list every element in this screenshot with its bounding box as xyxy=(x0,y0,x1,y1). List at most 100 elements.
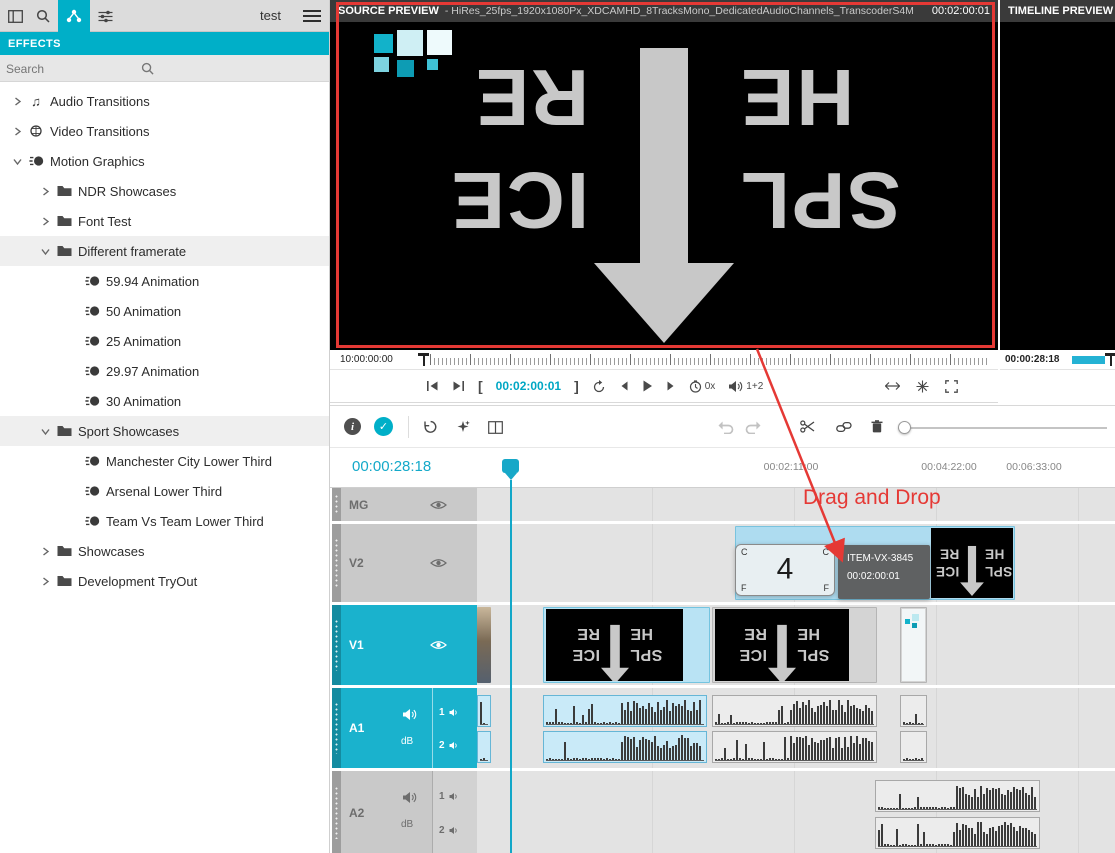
search-bar[interactable] xyxy=(0,55,329,82)
search-tool-button[interactable] xyxy=(28,0,58,32)
mark-in-bracket[interactable]: [ xyxy=(478,378,483,394)
audio-monitor-button[interactable]: 1+2 xyxy=(728,380,763,393)
redo-icon[interactable] xyxy=(744,421,761,434)
chevron-down-icon[interactable] xyxy=(8,157,26,166)
zoom-slider[interactable] xyxy=(898,427,1107,429)
chevron-right-icon[interactable] xyxy=(36,217,54,226)
audio-clip[interactable] xyxy=(875,771,1040,853)
track-content-a2[interactable] xyxy=(477,771,1115,853)
search-input[interactable] xyxy=(6,58,136,79)
video-clip[interactable] xyxy=(477,607,491,683)
track-header-mg[interactable]: MG xyxy=(332,488,477,521)
channel-row[interactable]: 2 xyxy=(439,817,474,843)
track-header-a1[interactable]: A1 dB 1 2 xyxy=(332,688,477,768)
channel-row[interactable]: 1 xyxy=(439,699,474,725)
timeline-preview-marker[interactable] xyxy=(1105,353,1115,366)
fullscreen-button[interactable] xyxy=(945,380,958,393)
pan-button[interactable] xyxy=(885,381,900,391)
drag-handle-icon[interactable] xyxy=(332,605,341,685)
tree-item-font-test[interactable]: Font Test xyxy=(0,206,329,236)
speed-indicator[interactable]: 0x xyxy=(689,380,716,393)
drag-handle-icon[interactable] xyxy=(332,771,341,853)
menu-button[interactable] xyxy=(303,9,321,23)
tree-item-development-tryout[interactable]: Development TryOut xyxy=(0,566,329,596)
channel-row[interactable]: 1 xyxy=(439,783,474,809)
playhead-handle[interactable] xyxy=(502,459,519,473)
db-label[interactable]: dB xyxy=(401,736,413,747)
magic-wand-icon[interactable] xyxy=(456,420,470,434)
track-content-mg[interactable] xyxy=(477,488,1115,521)
track-header-a2[interactable]: A2 dB 1 2 xyxy=(332,771,477,853)
mark-out-bracket[interactable]: ] xyxy=(574,378,579,394)
source-ruler[interactable]: 10:00:00:00 xyxy=(330,350,998,370)
go-to-out-button[interactable] xyxy=(452,380,465,392)
chevron-down-icon[interactable] xyxy=(36,427,54,436)
step-forward-button[interactable] xyxy=(666,381,676,391)
tree-item-motion-graphics[interactable]: Motion Graphics xyxy=(0,146,329,176)
visibility-eye-icon[interactable] xyxy=(430,558,447,569)
chevron-right-icon[interactable] xyxy=(36,547,54,556)
tree-item-showcases[interactable]: Showcases xyxy=(0,536,329,566)
track-content-a1[interactable] xyxy=(477,688,1115,768)
chevron-right-icon[interactable] xyxy=(8,97,26,106)
delete-icon[interactable] xyxy=(871,420,883,433)
playhead-line[interactable] xyxy=(510,480,512,853)
tree-item-25-animation[interactable]: 25 Animation xyxy=(0,326,329,356)
audio-clip[interactable] xyxy=(712,688,877,768)
channel-row[interactable]: 2 xyxy=(439,732,474,758)
step-back-button[interactable] xyxy=(619,381,629,391)
tree-item-video-transitions[interactable]: Video Transitions xyxy=(0,116,329,146)
visibility-eye-icon[interactable] xyxy=(430,640,447,651)
split-view-icon[interactable] xyxy=(488,421,503,434)
tree-item-arsenal-lower-third[interactable]: Arsenal Lower Third xyxy=(0,476,329,506)
tree-item-30-animation[interactable]: 30 Animation xyxy=(0,386,329,416)
video-clip-selected[interactable]: SPLICEHERE xyxy=(543,607,710,683)
drag-handle-icon[interactable] xyxy=(332,688,341,768)
cut-icon[interactable] xyxy=(800,420,815,433)
chevron-right-icon[interactable] xyxy=(36,577,54,586)
timeline-preview-ruler[interactable]: 00:00:28:18 xyxy=(1000,350,1115,370)
track-header-v1[interactable]: V1 xyxy=(332,605,477,685)
loop-button[interactable] xyxy=(592,380,606,393)
tree-item-59-94-animation[interactable]: 59.94 Animation xyxy=(0,266,329,296)
approve-icon[interactable]: ✓ xyxy=(374,417,393,436)
speaker-icon[interactable] xyxy=(402,708,417,721)
track-content-v1[interactable]: SPLICEHERE SPLICEHERE xyxy=(477,605,1115,685)
tree-item-29-97-animation[interactable]: 29.97 Animation xyxy=(0,356,329,386)
tree-item-different-framerate[interactable]: Different framerate xyxy=(0,236,329,266)
visibility-eye-icon[interactable] xyxy=(430,499,447,510)
tree-item-sport-showcases[interactable]: Sport Showcases xyxy=(0,416,329,446)
chevron-down-icon[interactable] xyxy=(36,247,54,256)
zoom-slider-knob[interactable] xyxy=(898,421,911,434)
source-video-viewport[interactable]: SPLICEHERE xyxy=(330,22,998,350)
source-playhead-marker[interactable] xyxy=(418,353,429,366)
tree-item-50-animation[interactable]: 50 Animation xyxy=(0,296,329,326)
undo-icon[interactable] xyxy=(718,421,735,434)
tree-item-manchester-city-lower-third[interactable]: Manchester City Lower Third xyxy=(0,446,329,476)
drag-handle-icon[interactable] xyxy=(332,524,341,602)
play-button[interactable] xyxy=(642,380,653,392)
tree-item-team-vs-team-lower-third[interactable]: Team Vs Team Lower Third xyxy=(0,506,329,536)
settings-icon[interactable] xyxy=(916,380,929,393)
reset-icon[interactable] xyxy=(423,420,438,434)
drag-handle-icon[interactable] xyxy=(332,488,341,521)
video-clip[interactable]: SPLICEHERE xyxy=(712,607,877,683)
layout-panel-button[interactable] xyxy=(0,0,30,32)
speaker-icon[interactable] xyxy=(402,791,417,804)
chevron-right-icon[interactable] xyxy=(8,127,26,136)
timeline-ruler[interactable]: 00:00:28:18 00:02:11:0000:04:22:0000:06:… xyxy=(330,448,1115,488)
video-clip[interactable] xyxy=(900,607,927,683)
audio-clip[interactable] xyxy=(477,688,491,768)
timeline-video-viewport[interactable] xyxy=(1000,22,1115,350)
track-header-v2[interactable]: V2 xyxy=(332,524,477,602)
tree-item-audio-transitions[interactable]: ♫Audio Transitions xyxy=(0,86,329,116)
effects-tool-button[interactable] xyxy=(58,0,90,32)
audio-clip-selected[interactable] xyxy=(543,688,707,768)
audio-clip[interactable] xyxy=(900,688,927,768)
go-to-in-button[interactable] xyxy=(426,380,439,392)
info-icon[interactable]: i xyxy=(344,418,361,435)
db-label[interactable]: dB xyxy=(401,819,413,830)
adjust-tool-button[interactable] xyxy=(90,0,120,32)
chevron-right-icon[interactable] xyxy=(36,187,54,196)
link-icon[interactable] xyxy=(836,421,852,433)
